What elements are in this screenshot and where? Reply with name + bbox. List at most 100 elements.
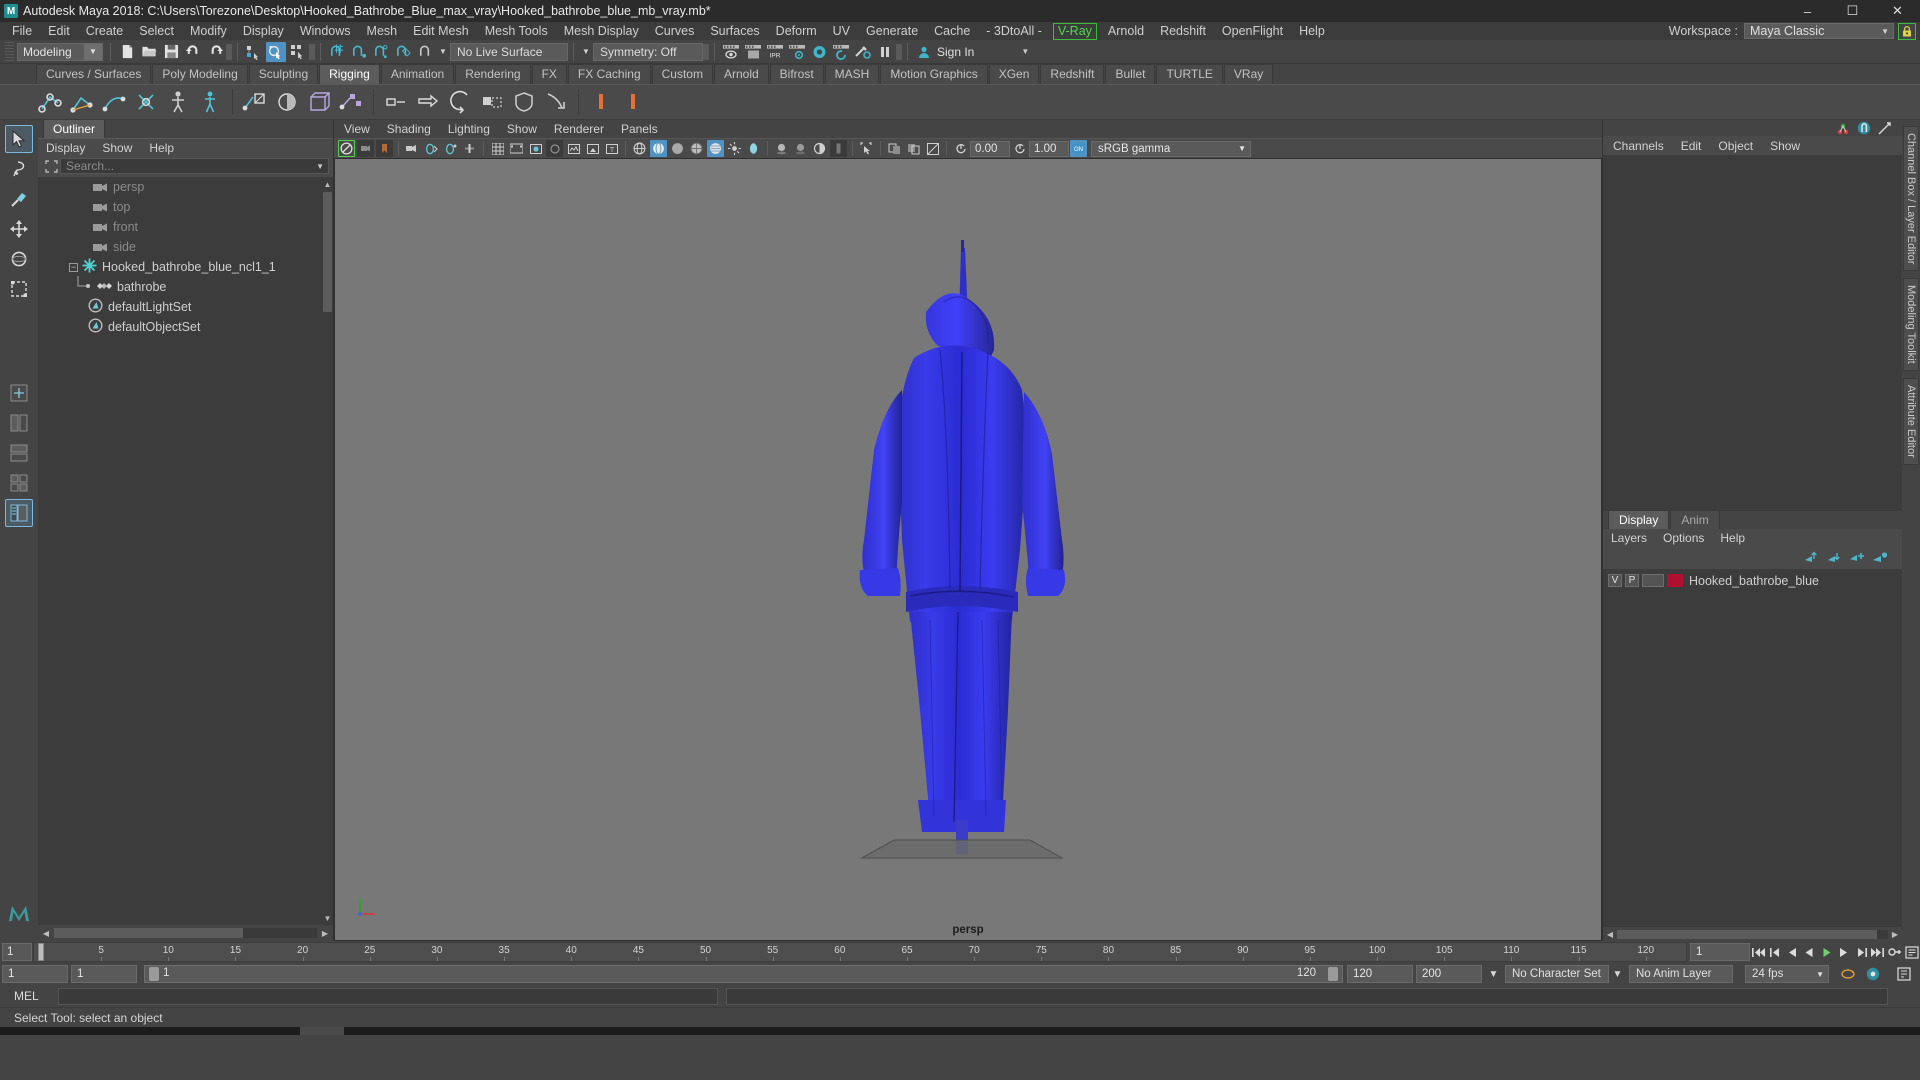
outliner-item-side[interactable]: side xyxy=(38,237,333,257)
shelf-create-blendshape-icon[interactable] xyxy=(381,87,411,117)
step-forward-frame-icon[interactable] xyxy=(1835,943,1852,961)
outliner-item-hooked-bathrobe-blue-ncl1-1[interactable]: − Hooked_bathrobe_blue_ncl1_1 xyxy=(38,257,333,277)
symmetry-field[interactable]: Symmetry: Off xyxy=(593,42,703,61)
layer-display-type-toggle[interactable] xyxy=(1642,574,1664,587)
character-set-select[interactable]: No Character Set xyxy=(1505,965,1609,983)
menu-item-mesh-tools[interactable]: Mesh Tools xyxy=(477,22,556,40)
scrollbar-track[interactable] xyxy=(54,928,317,938)
menu-item-help[interactable]: Help xyxy=(1291,22,1333,40)
snap-to-projected-center-button[interactable] xyxy=(393,42,413,62)
move-layer-up-icon[interactable] xyxy=(1801,549,1821,567)
shelf-shield-icon[interactable] xyxy=(509,87,539,117)
scroll-left-icon[interactable]: ◀ xyxy=(40,927,52,939)
attribute-editor-icon[interactable] xyxy=(1855,121,1873,136)
shelf-tab-turtle[interactable]: TURTLE xyxy=(1156,64,1223,84)
show-manipulator-icon[interactable] xyxy=(1834,121,1852,136)
exposure-value-field[interactable]: 0.00 xyxy=(970,140,1010,157)
viewport-menu-lighting[interactable]: Lighting xyxy=(448,122,490,136)
snap-to-curve-button[interactable] xyxy=(349,42,369,62)
shelf-tab-bullet[interactable]: Bullet xyxy=(1105,64,1156,84)
viewport-menu-panels[interactable]: Panels xyxy=(621,122,658,136)
shelf-tab-sculpting[interactable]: Sculpting xyxy=(248,64,319,84)
scroll-left-icon[interactable]: ◀ xyxy=(1605,929,1615,939)
outliner-item-bathrobe[interactable]: bathrobe xyxy=(38,275,333,297)
layer-playback-toggle[interactable]: P xyxy=(1625,574,1639,587)
exposure-dial-icon[interactable] xyxy=(952,140,969,157)
scrollbar-thumb[interactable] xyxy=(1617,929,1878,939)
menu-item-surfaces[interactable]: Surfaces xyxy=(702,22,767,40)
shelf-tab-rigging[interactable]: Rigging xyxy=(319,64,380,84)
menu-item-generate[interactable]: Generate xyxy=(858,22,926,40)
open-scene-button[interactable] xyxy=(139,42,159,62)
shelf-constraint-icon[interactable] xyxy=(131,87,161,117)
viewport-menu-show[interactable]: Show xyxy=(507,122,537,136)
animation-end-field[interactable]: 200 xyxy=(1416,965,1482,983)
range-end-handle[interactable] xyxy=(1328,967,1338,981)
go-to-end-icon[interactable] xyxy=(1869,943,1886,961)
undo-button[interactable] xyxy=(183,42,203,62)
shelf-tab-curves-surfaces[interactable]: Curves / Surfaces xyxy=(36,64,152,84)
playback-range-bar[interactable]: 1 120 xyxy=(144,965,1343,983)
minimize-button[interactable]: – xyxy=(1785,0,1830,22)
character-set-chevron-icon[interactable]: ▼ xyxy=(1609,965,1626,983)
wireframe-on-shaded-icon[interactable] xyxy=(688,140,705,157)
range-start-handle[interactable] xyxy=(149,967,159,981)
anim-layer-select[interactable]: No Anim Layer xyxy=(1629,965,1733,983)
pause-render-button[interactable] xyxy=(875,42,895,62)
layer-tab-anim[interactable]: Anim xyxy=(1670,509,1720,529)
gamma-dial-icon[interactable] xyxy=(1011,140,1028,157)
wireframe-toggle-icon[interactable] xyxy=(527,140,544,157)
outliner-item-persp[interactable]: persp xyxy=(38,177,333,197)
channelbox-menu-object[interactable]: Object xyxy=(1718,139,1753,153)
close-button[interactable]: ✕ xyxy=(1875,0,1920,22)
paint-select-tool-icon[interactable] xyxy=(5,185,33,213)
step-back-frame-icon[interactable] xyxy=(1784,943,1801,961)
menu-item-deform[interactable]: Deform xyxy=(768,22,825,40)
menuset-select[interactable]: Modeling ▼ xyxy=(17,42,103,61)
scroll-right-icon[interactable]: ▶ xyxy=(319,927,331,939)
isolate-select-icon[interactable] xyxy=(858,140,875,157)
animation-start-field[interactable]: 1 xyxy=(71,965,137,983)
resolution-gate-icon[interactable] xyxy=(461,140,478,157)
image-plane-icon[interactable] xyxy=(404,140,421,157)
go-to-start-icon[interactable] xyxy=(1750,943,1767,961)
vtab-attribute-editor[interactable]: Attribute Editor xyxy=(1903,378,1919,465)
camera-aim-icon[interactable] xyxy=(442,140,459,157)
shelf-tab-mash[interactable]: MASH xyxy=(824,64,880,84)
menu-item-cache[interactable]: Cache xyxy=(926,22,978,40)
shelf-pose-interpolator-icon[interactable] xyxy=(541,87,571,117)
hypershade-button[interactable] xyxy=(809,42,829,62)
lasso-tool-icon[interactable] xyxy=(5,155,33,183)
menu-item-uv[interactable]: UV xyxy=(825,22,858,40)
toolbar-grip[interactable] xyxy=(5,41,14,62)
animation-settings-icon[interactable] xyxy=(1864,965,1881,983)
range-end-field[interactable]: 120 xyxy=(1347,965,1413,983)
scrollbar-thumb[interactable] xyxy=(54,928,244,938)
taskbar-item[interactable] xyxy=(300,1027,344,1035)
maximize-button[interactable]: ☐ xyxy=(1830,0,1875,22)
shelf-ik-handle-icon[interactable] xyxy=(67,87,97,117)
outliner-item-top[interactable]: top xyxy=(38,197,333,217)
shelf-tab-motion-graphics[interactable]: Motion Graphics xyxy=(880,64,988,84)
scrollbar-thumb[interactable] xyxy=(323,192,332,312)
outliner-horizontal-scrollbar[interactable]: ◀ ▶ xyxy=(38,925,333,941)
channelbox-menu-channels[interactable]: Channels xyxy=(1613,139,1664,153)
menu-item-create[interactable]: Create xyxy=(78,22,132,40)
select-by-component-button[interactable] xyxy=(288,42,308,62)
layer-tab-display[interactable]: Display xyxy=(1608,509,1670,529)
viewport-menu-renderer[interactable]: Renderer xyxy=(554,122,604,136)
outliner-item-defaultlightset[interactable]: defaultLightSet xyxy=(38,297,333,317)
signin-chevron-icon[interactable]: ▼ xyxy=(1018,43,1032,61)
outliner-vertical-scrollbar[interactable]: ▲ ▼ xyxy=(322,177,333,925)
shelf-wrap-icon[interactable] xyxy=(445,87,475,117)
timeline-playhead[interactable] xyxy=(38,943,44,961)
shelf-joint-tool-icon[interactable] xyxy=(35,87,65,117)
layer-menu-layers[interactable]: Layers xyxy=(1611,531,1647,545)
shelf-deformer-set-icon[interactable] xyxy=(477,87,507,117)
layout-three-panes-icon[interactable] xyxy=(5,439,33,467)
viewport-menu-shading[interactable]: Shading xyxy=(387,122,431,136)
menu-item-select[interactable]: Select xyxy=(131,22,182,40)
menu-item-modify[interactable]: Modify xyxy=(182,22,235,40)
shelf-ik-spline-icon[interactable] xyxy=(99,87,129,117)
shelf-paint-weights-icon[interactable] xyxy=(272,87,302,117)
